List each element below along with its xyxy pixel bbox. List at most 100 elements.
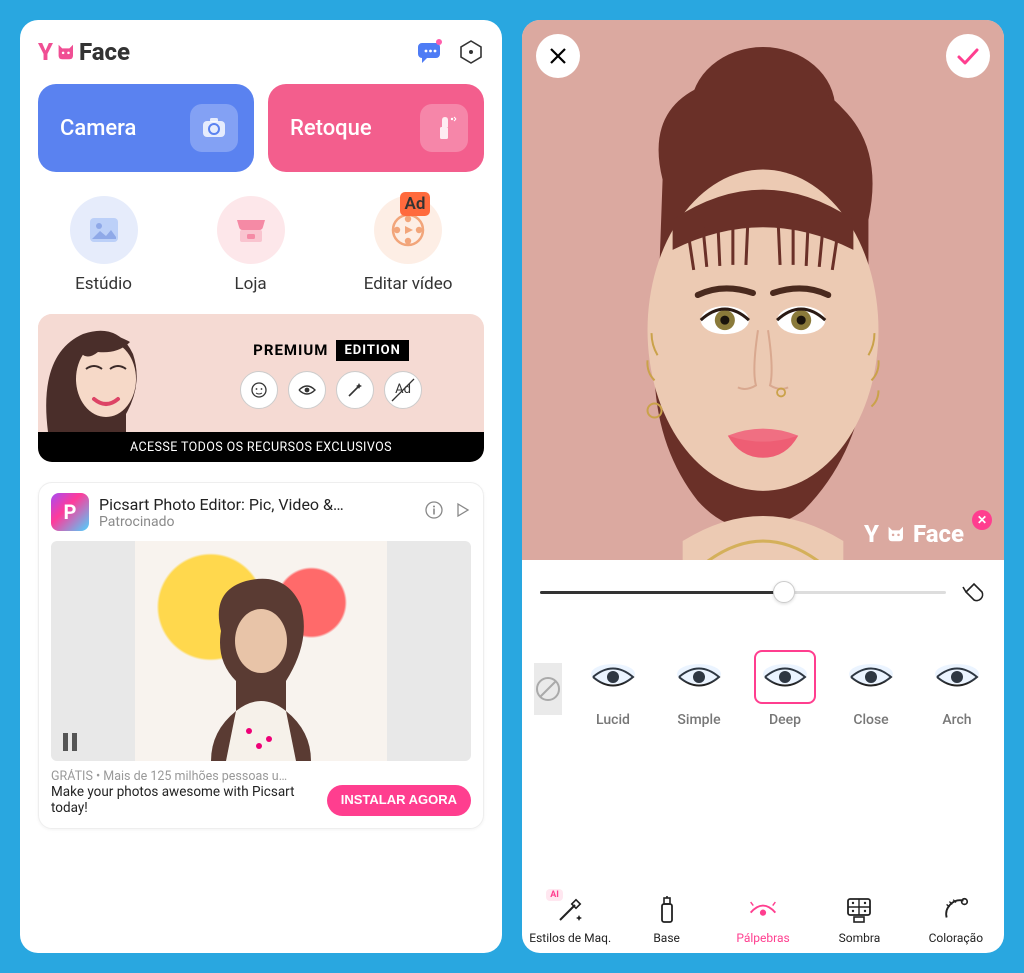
ad-gratis-line: GRÁTIS • Mais de 125 milhões pessoas u…: [51, 769, 317, 784]
tab-colora-o[interactable]: Coloração: [908, 895, 1004, 945]
ad-app-icon: P: [51, 493, 89, 531]
close-button[interactable]: [536, 34, 580, 78]
logo-cat-icon: [55, 43, 77, 61]
ad-head-icons: [425, 501, 471, 523]
close-icon: [548, 46, 568, 66]
chat-icon[interactable]: [416, 39, 444, 65]
style-option-close[interactable]: Close: [836, 650, 906, 728]
premium-ad-icon: Ad: [384, 371, 422, 409]
install-label: INSTALAR AGORA: [341, 792, 457, 807]
lipstick-icon: [420, 104, 468, 152]
premium-eye-icon: [288, 371, 326, 409]
settings-icon[interactable]: [458, 39, 484, 65]
premium-cta: ACESSE TODOS OS RECURSOS EXCLUSIVOS: [38, 432, 484, 462]
tab-base[interactable]: Base: [618, 895, 714, 945]
tab-icon: [652, 895, 682, 925]
face-photo: [522, 20, 1004, 560]
home-screen: Y Face Camera Retoque: [20, 20, 502, 953]
logo-face: Face: [79, 38, 130, 66]
premium-face-image: [38, 314, 178, 432]
ad-footer: GRÁTIS • Mais de 125 milhões pessoas u… …: [51, 769, 471, 816]
style-option-deep[interactable]: Deep: [750, 650, 820, 728]
main-actions: Camera Retoque: [20, 76, 502, 190]
edition-word: EDITION: [336, 340, 408, 361]
intensity-slider-row: [522, 560, 1004, 614]
eyelid-styles-row: Lucid Simple Deep Close Arch: [522, 614, 1004, 746]
watermark-face: Face: [913, 520, 964, 548]
confirm-button[interactable]: [946, 34, 990, 78]
style-none-button[interactable]: [534, 663, 562, 715]
eye-preview-icon: [840, 650, 902, 704]
tab-label: Estilos de Maq.: [529, 931, 611, 945]
premium-banner-top: PREMIUM EDITION Ad: [38, 314, 484, 432]
studio-button[interactable]: Estúdio: [70, 196, 138, 294]
retouch-button[interactable]: Retoque: [268, 84, 484, 172]
none-icon: [534, 675, 562, 703]
style-label: Lucid: [596, 712, 630, 728]
ad-media[interactable]: [51, 541, 471, 761]
edit-video-label: Editar vídeo: [364, 274, 453, 294]
ad-foot-text: GRÁTIS • Mais de 125 milhões pessoas u… …: [51, 769, 317, 816]
premium-word: PREMIUM: [253, 341, 328, 359]
watermark: Y Face ✕: [864, 520, 990, 548]
ad-head-text: Picsart Photo Editor: Pic, Video &… Patr…: [99, 495, 415, 530]
style-label: Close: [853, 712, 888, 728]
premium-face-icon: [240, 371, 278, 409]
style-option-arch[interactable]: Arch: [922, 650, 992, 728]
premium-content: PREMIUM EDITION Ad: [178, 314, 484, 432]
tab-label: Base: [653, 931, 680, 945]
ad-play-icon[interactable]: [453, 501, 471, 523]
tabs-container: AIEstilos de Maq. Base Pálpebras Sombra Colo…: [522, 895, 1004, 945]
eye-preview-icon: [926, 650, 988, 704]
studio-label: Estúdio: [75, 274, 132, 294]
intensity-slider[interactable]: [540, 591, 946, 594]
premium-wand-icon: [336, 371, 374, 409]
color-picker-icon[interactable]: [958, 578, 986, 606]
ad-pause-button[interactable]: [57, 729, 83, 755]
store-icon: [217, 196, 285, 264]
logo-y: Y: [38, 38, 53, 66]
editor-screen: Y Face ✕ LucidSimpleDeepCloseArch AIEsti…: [522, 20, 1004, 953]
style-label: Deep: [769, 712, 801, 728]
eye-preview-icon: [754, 650, 816, 704]
tab-sombra[interactable]: Sombra: [811, 895, 907, 945]
premium-title: PREMIUM EDITION: [253, 340, 409, 361]
app-header: Y Face: [20, 20, 502, 76]
tab-label: Pálpebras: [736, 931, 789, 945]
ad-info-icon[interactable]: [425, 501, 443, 523]
install-button[interactable]: INSTALAR AGORA: [327, 785, 471, 816]
watermark-remove-button[interactable]: ✕: [972, 510, 992, 530]
slider-thumb[interactable]: [773, 581, 795, 603]
secondary-actions: Estúdio Loja Ad Editar vídeo: [20, 190, 502, 310]
camera-label: Camera: [60, 116, 136, 141]
retouch-label: Retoque: [290, 116, 372, 141]
store-button[interactable]: Loja: [217, 196, 285, 294]
ad-description: Make your photos awesome with Picsart to…: [51, 784, 317, 816]
ad-header: P Picsart Photo Editor: Pic, Video &… Pa…: [51, 493, 471, 531]
watermark-y: Y: [864, 520, 879, 548]
premium-banner[interactable]: PREMIUM EDITION Ad ACESSE TODOS OS RECUR…: [38, 314, 484, 462]
camera-button[interactable]: Camera: [38, 84, 254, 172]
tab-p-lpebras[interactable]: Pálpebras: [715, 895, 811, 945]
style-label: Arch: [942, 712, 971, 728]
ai-badge: AI: [546, 889, 563, 901]
editor-preview[interactable]: Y Face ✕: [522, 20, 1004, 560]
tab-icon: [748, 895, 778, 925]
studio-icon: [70, 196, 138, 264]
style-option-lucid[interactable]: Lucid: [578, 650, 648, 728]
style-option-simple[interactable]: Simple: [664, 650, 734, 728]
ad-media-art: [135, 541, 387, 761]
tab-estilos-de-maq-[interactable]: AIEstilos de Maq.: [522, 895, 618, 945]
tab-label: Sombra: [839, 931, 881, 945]
premium-feature-icons: Ad: [240, 371, 422, 409]
header-actions: [416, 39, 484, 65]
store-label: Loja: [235, 274, 267, 294]
eye-preview-icon: [582, 650, 644, 704]
check-icon: [956, 46, 980, 66]
ad-person-image: [191, 571, 331, 761]
tab-icon: [844, 895, 874, 925]
ad-title: Picsart Photo Editor: Pic, Video &…: [99, 495, 415, 514]
editor-tabs: AIEstilos de Maq.BasePálpebrasSombraColo…: [522, 885, 1004, 953]
edit-video-button[interactable]: Ad Editar vídeo: [364, 196, 453, 294]
sponsored-ad-card: P Picsart Photo Editor: Pic, Video &… Pa…: [38, 482, 484, 829]
